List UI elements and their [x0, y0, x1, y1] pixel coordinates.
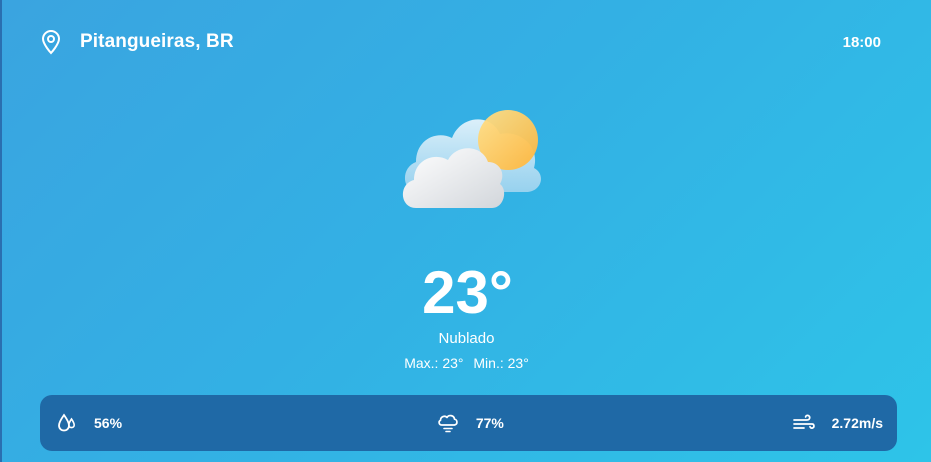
- wind-value: 2.72m/s: [831, 415, 883, 431]
- wind-icon: [792, 414, 815, 429]
- map-pin-icon: [41, 29, 61, 55]
- partly-cloudy-icon: [402, 110, 541, 208]
- min-temperature: Min.: 23°: [473, 355, 529, 371]
- humidity-value: 56%: [94, 415, 123, 431]
- humidity-stat: 56%: [56, 412, 122, 434]
- clouds-stat: 77%: [436, 412, 504, 434]
- cloud-rain-icon: [438, 414, 458, 433]
- wind-stat: 2.72m/s: [792, 412, 883, 434]
- humidity-drops-icon: [58, 413, 76, 432]
- min-max-temperature: Max.: 23° Min.: 23°: [2, 355, 931, 371]
- weather-app: Pitangueiras, BR 18:00 23° Nublado Max.:…: [0, 0, 931, 462]
- temperature: 23°: [422, 259, 513, 326]
- stats-bar: 56% 77% 2.72m/s: [40, 395, 897, 451]
- clouds-value: 77%: [475, 415, 504, 431]
- location: Pitangueiras, BR: [40, 29, 234, 55]
- current-time: 18:00: [842, 33, 881, 51]
- max-temperature: Max.: 23°: [404, 355, 464, 371]
- city-name: Pitangueiras, BR: [80, 31, 234, 52]
- condition-text: Nublado: [438, 330, 495, 347]
- header: Pitangueiras, BR 18:00: [40, 28, 881, 56]
